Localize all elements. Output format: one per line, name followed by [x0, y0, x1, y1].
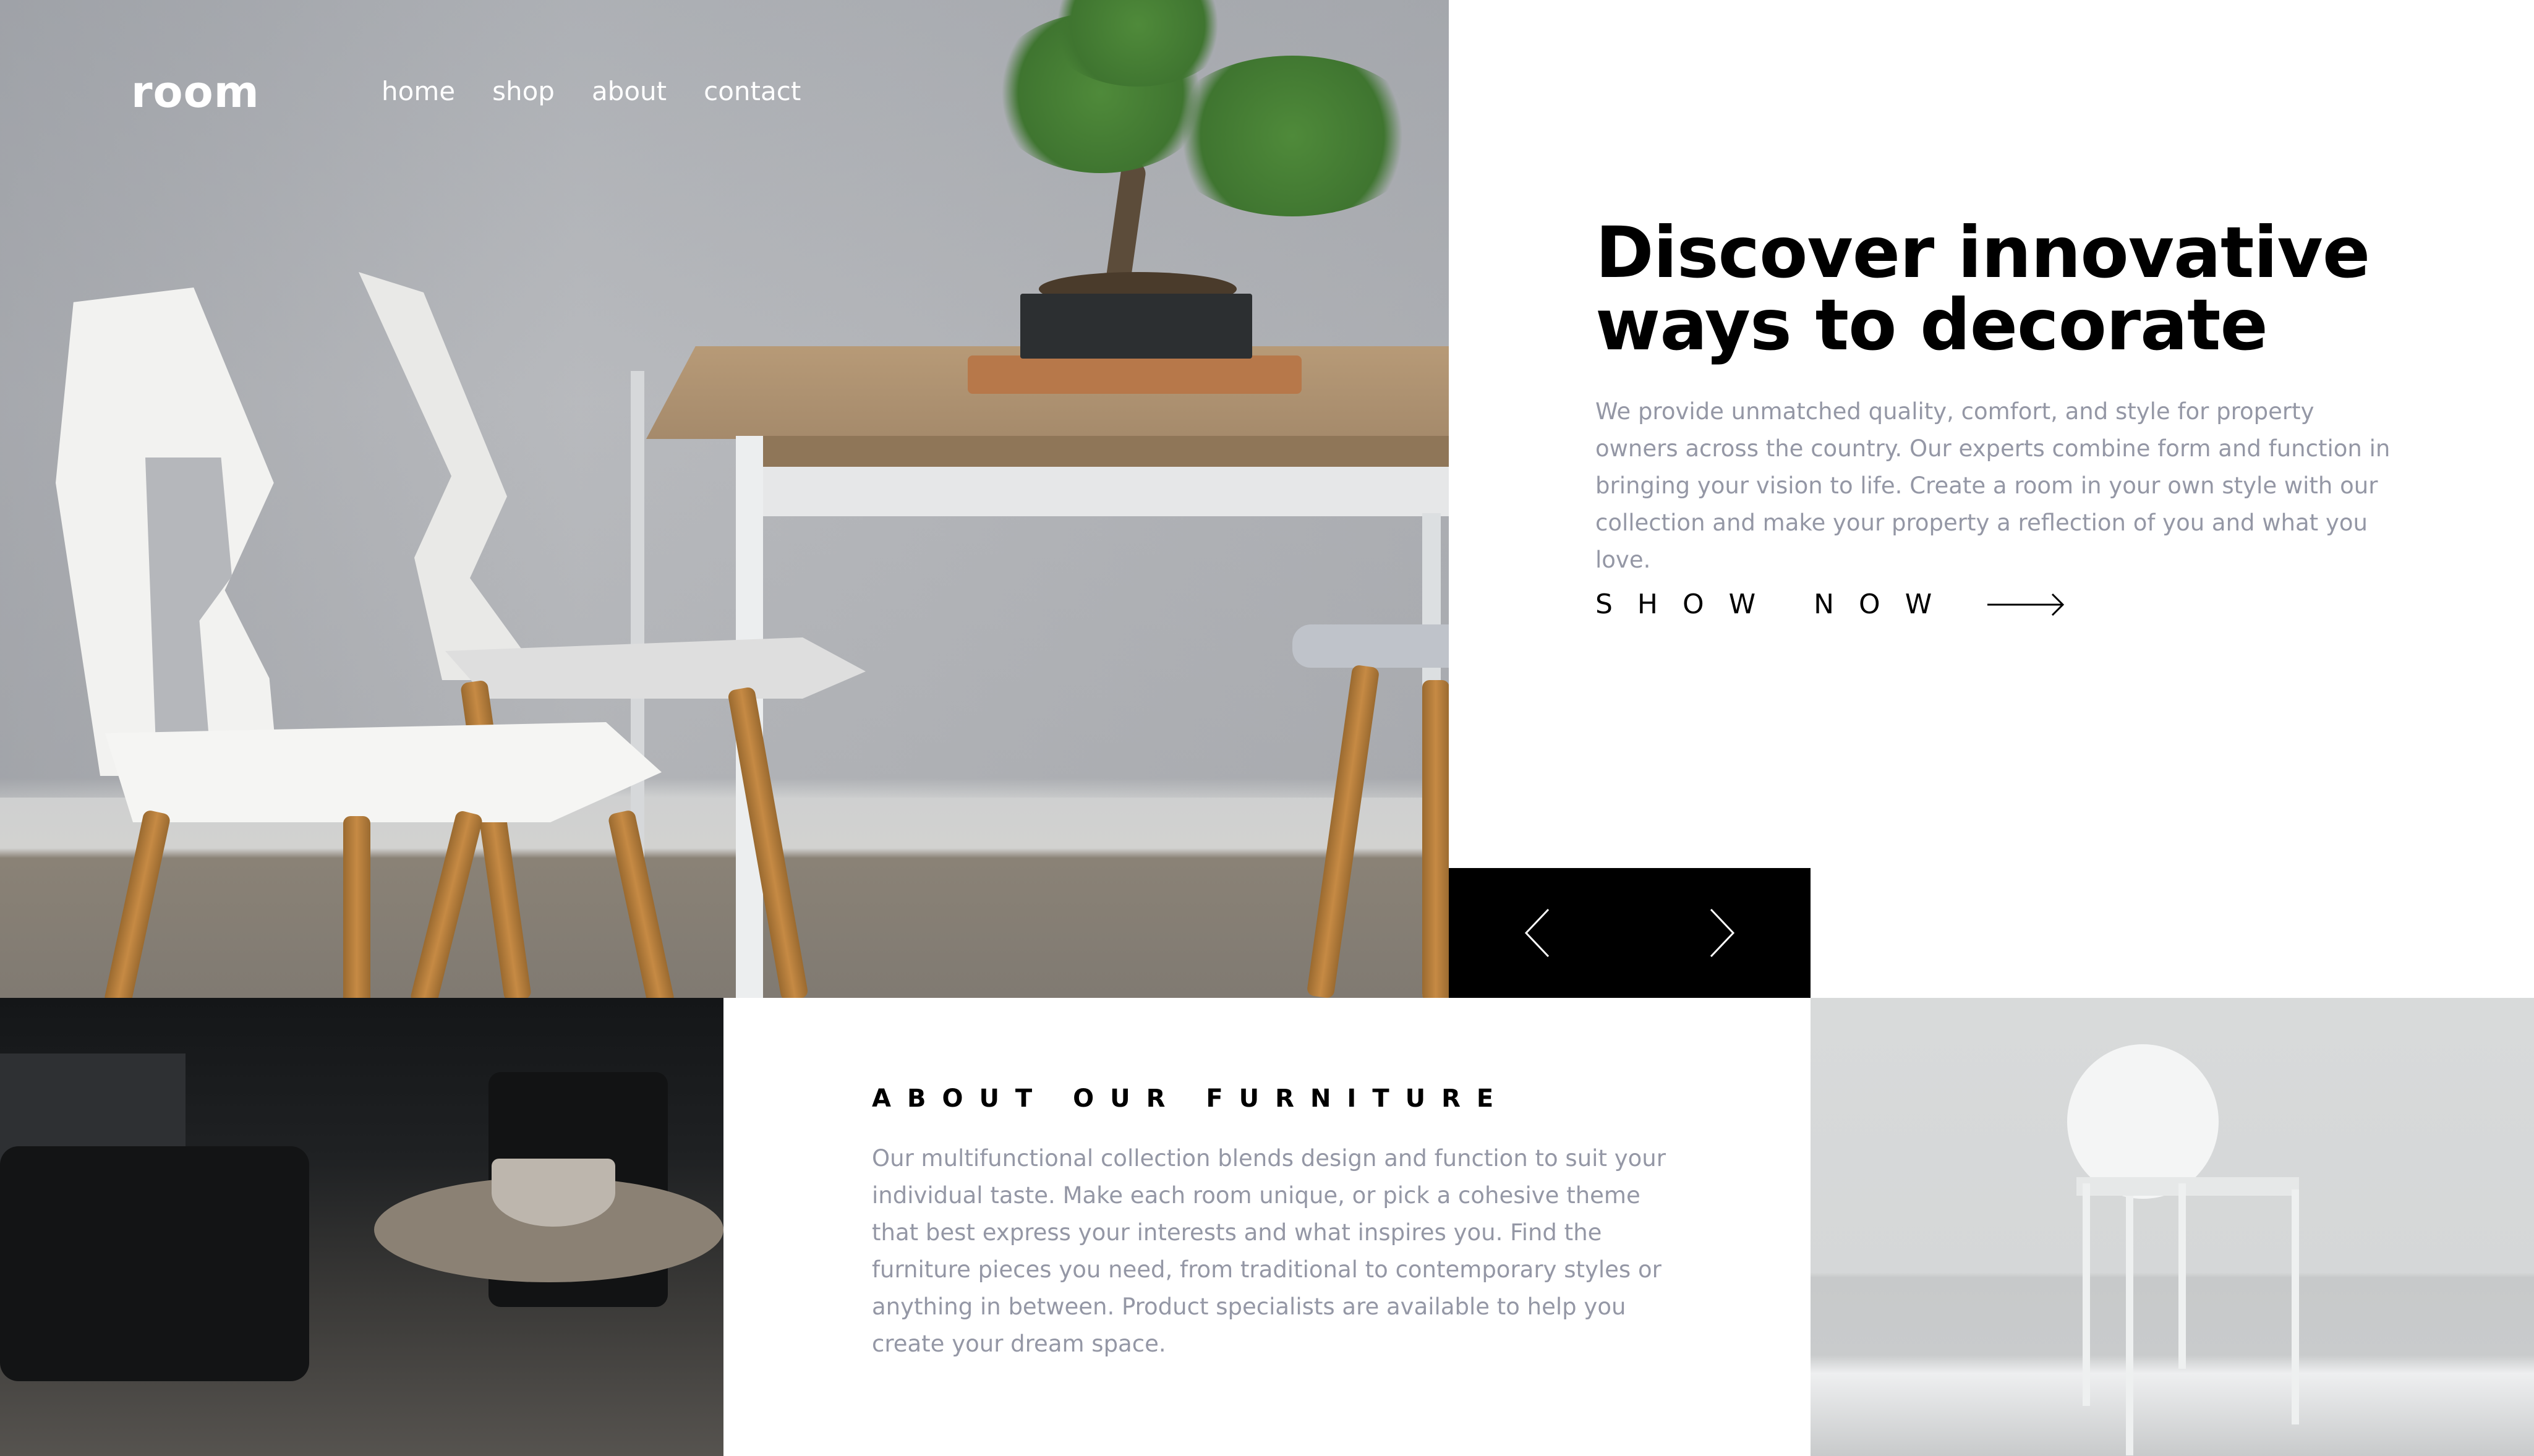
slider-controls — [1449, 868, 1811, 998]
chair-leg — [409, 809, 484, 998]
bonsai-pot — [1020, 294, 1252, 359]
nav-home[interactable]: home — [382, 76, 455, 106]
chair-leg-shape — [2292, 1190, 2299, 1424]
table-edge — [742, 436, 1449, 467]
hero-image: room home shop about contact — [0, 0, 1449, 998]
slider-prev-button[interactable] — [1449, 868, 1630, 998]
chair-leg-shape — [2083, 1183, 2090, 1406]
chair-leg — [343, 816, 370, 998]
nav-shop[interactable]: shop — [492, 76, 555, 106]
armchair-shape — [0, 1146, 309, 1381]
chair-seat-shape — [2076, 1177, 2299, 1196]
about-title: ABOUT OUR FURNITURE — [872, 1084, 1510, 1113]
chair-leg-shape — [2126, 1196, 2133, 1455]
bowl-shape — [492, 1159, 615, 1227]
nav-about[interactable]: about — [592, 76, 667, 106]
chevron-right-icon — [1710, 908, 1734, 958]
main-nav: home shop about contact — [382, 76, 801, 106]
bonsai-foliage — [1162, 56, 1422, 216]
chair-backrest-shape — [2067, 1044, 2219, 1199]
slider-next-button[interactable] — [1630, 868, 1811, 998]
shop-now-label: SHOW NOW — [1595, 589, 1957, 620]
bonsai-tray — [968, 355, 1302, 394]
chair-leg — [1422, 680, 1449, 998]
about-text: Our multifunctional collection blends de… — [872, 1145, 1666, 1357]
about-image-dark — [0, 998, 723, 1456]
shop-now-button[interactable]: SHOW NOW — [1595, 589, 2065, 620]
arrow-right-icon — [1987, 593, 2065, 616]
chair-leg — [103, 809, 171, 998]
nav-contact[interactable]: contact — [704, 76, 801, 106]
chair-leg-shape — [2178, 1183, 2186, 1369]
hero-description: We provide unmatched quality, comfort, a… — [1595, 398, 2391, 573]
table-apron — [742, 467, 1449, 516]
about-image-light — [1811, 998, 2534, 1456]
hero-headline: Discover innovative ways to decorate — [1595, 211, 2370, 366]
chair-seat-third — [1292, 624, 1449, 668]
chevron-left-icon — [1525, 908, 1550, 958]
logo[interactable]: room — [131, 67, 260, 117]
about-section: ABOUT OUR FURNITURE Our multifunctional … — [723, 998, 1811, 1456]
